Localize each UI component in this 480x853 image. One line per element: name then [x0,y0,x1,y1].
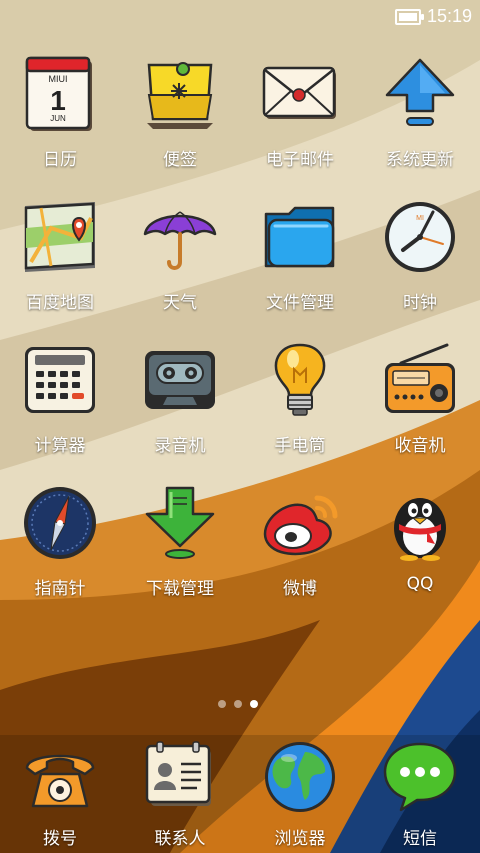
status-clock: 15:19 [426,6,472,26]
calendar-icon: MIUI 1 JUN [21,55,99,133]
page-indicator [218,700,258,708]
clock-icon: MI [381,198,459,276]
qq-penguin-icon [381,484,459,562]
app-weather[interactable]: 天气 [120,198,240,313]
status-bar: 15:19 [0,0,480,34]
app-system-update[interactable]: 系统更新 [360,55,480,170]
map-icon [21,198,99,276]
radio-icon [381,341,459,419]
app-label: 文件管理 [266,293,334,313]
dock: 拨号 联系人 浏览器 短信 [0,738,480,849]
update-icon [381,55,459,133]
dock-messages[interactable]: 短信 [360,738,480,849]
app-calendar[interactable]: MIUI 1 JUN 日历 [0,55,120,170]
phone-icon [21,738,99,816]
calendar-day-text: 1 [50,85,66,116]
app-flashlight[interactable]: 手电筒 [240,341,360,456]
app-label: 系统更新 [386,150,454,170]
app-label: 时钟 [403,293,437,313]
app-label: 录音机 [154,436,206,456]
app-baidu-map[interactable]: 百度地图 [0,198,120,313]
calendar-sub-text: JUN [50,114,66,123]
app-label: 百度地图 [26,293,94,313]
app-clock[interactable]: MI 时钟 [360,198,480,313]
compass-icon [21,484,99,562]
message-icon [381,738,459,816]
clock-brand-text: MI [416,215,424,222]
download-icon [141,484,219,562]
app-label: 便签 [163,150,197,170]
calendar-month-text: MIUI [49,74,68,84]
app-qq[interactable]: QQ [360,484,480,599]
app-label: 指南针 [34,579,86,599]
page-dot[interactable] [234,700,242,708]
app-label: 短信 [403,829,437,849]
dock-contacts[interactable]: 联系人 [120,738,240,849]
dock-browser[interactable]: 浏览器 [240,738,360,849]
app-label: 拨号 [43,829,77,849]
app-weibo[interactable]: 微博 [240,484,360,599]
app-label: 手电筒 [274,436,326,456]
app-label: 浏览器 [274,829,326,849]
app-calculator[interactable]: 计算器 [0,341,120,456]
calculator-icon [21,341,99,419]
app-label: 下载管理 [146,579,214,599]
battery-icon [394,8,424,25]
app-compass[interactable]: 指南针 [0,484,120,599]
app-recorder[interactable]: 录音机 [120,341,240,456]
app-label: 天气 [163,293,197,313]
contacts-icon [141,738,219,816]
lightbulb-icon [261,341,339,419]
cassette-icon [141,341,219,419]
folder-icon [261,198,339,276]
app-label: 计算器 [34,436,86,456]
email-icon [261,55,339,133]
app-grid: MIUI 1 JUN 日历 便签 电子邮件 系统更新 百度地图 天气 文件管理 … [0,55,480,599]
app-email[interactable]: 电子邮件 [240,55,360,170]
page-dot-active[interactable] [250,700,258,708]
app-file-manager[interactable]: 文件管理 [240,198,360,313]
notes-icon [141,55,219,133]
status-right: 15:19 [394,6,472,27]
weibo-icon [261,484,339,562]
globe-icon [261,738,339,816]
app-label: 收音机 [394,436,446,456]
app-download-manager[interactable]: 下载管理 [120,484,240,599]
app-label: 微博 [283,579,317,599]
page-dot[interactable] [218,700,226,708]
app-notes[interactable]: 便签 [120,55,240,170]
app-label: QQ [406,574,434,594]
dock-phone[interactable]: 拨号 [0,738,120,849]
app-label: 日历 [43,150,77,170]
app-radio[interactable]: 收音机 [360,341,480,456]
app-label: 电子邮件 [266,150,334,170]
umbrella-icon [141,198,219,276]
app-label: 联系人 [154,829,206,849]
